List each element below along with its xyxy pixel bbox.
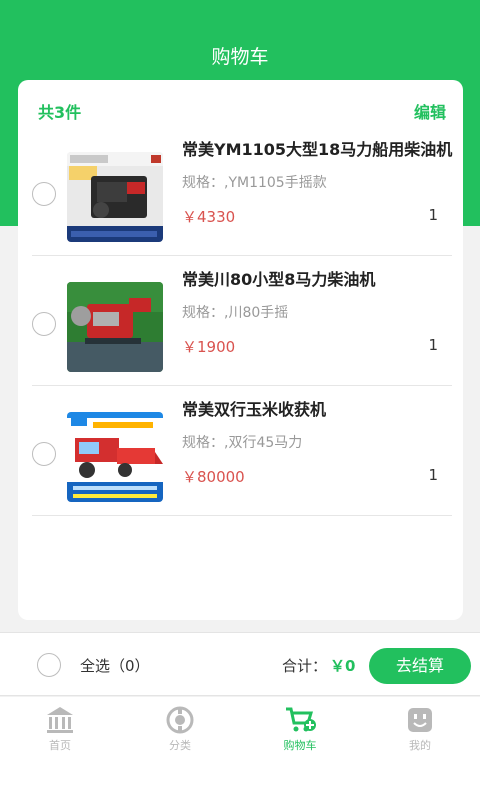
tab-cart[interactable]: 购物车 bbox=[260, 705, 340, 753]
total-label: 合计： bbox=[282, 657, 328, 675]
tab-label: 首页 bbox=[49, 739, 71, 752]
home-icon bbox=[47, 707, 73, 733]
item-name[interactable]: 常美YM1105大型18马力船用柴油机 bbox=[182, 136, 452, 160]
item-spec: 规格：,双行45马力 bbox=[182, 435, 303, 451]
tab-label: 购物车 bbox=[283, 739, 317, 752]
tab-home[interactable]: 首页 bbox=[20, 705, 100, 753]
category-icon bbox=[166, 706, 194, 734]
tab-label: 分类 bbox=[169, 739, 191, 752]
page-title: 购物车 bbox=[211, 46, 269, 68]
item-spec: 规格：,YM1105手摇款 bbox=[182, 175, 327, 191]
product-image[interactable] bbox=[67, 152, 163, 242]
select-all-radio[interactable] bbox=[37, 653, 61, 677]
item-quantity: 1 bbox=[428, 206, 438, 224]
cart-item: 常美双行玉米收获机 规格：,双行45马力 ￥80000 1 bbox=[32, 386, 452, 516]
tab-label: 我的 bbox=[409, 739, 431, 752]
item-price: ￥80000 bbox=[182, 468, 245, 486]
bottom-tabbar: 首页 分类 购物车 我的 bbox=[0, 697, 480, 800]
item-count: 共3件 bbox=[38, 103, 82, 122]
profile-icon bbox=[408, 708, 432, 732]
product-image[interactable] bbox=[67, 412, 163, 502]
checkout-button[interactable]: 去结算 bbox=[369, 648, 471, 684]
total-value: ￥0 bbox=[330, 657, 356, 675]
select-all-label[interactable]: 全选（0） bbox=[80, 655, 150, 676]
cart-item: 常美川80小型8马力柴油机 规格：,川80手摇 ￥1900 1 bbox=[32, 256, 452, 386]
edit-button[interactable]: 编辑 bbox=[414, 99, 446, 123]
product-image[interactable] bbox=[67, 282, 163, 372]
item-name[interactable]: 常美川80小型8马力柴油机 bbox=[182, 266, 375, 290]
cart-icon bbox=[286, 707, 316, 732]
item-quantity: 1 bbox=[428, 336, 438, 354]
item-price: ￥4330 bbox=[182, 208, 236, 226]
cart-item: 常美YM1105大型18马力船用柴油机 规格：,YM1105手摇款 ￥4330 … bbox=[32, 126, 452, 256]
cart-card: 共3件 编辑 常美YM1105大型18马力船用柴油机 规格：,YM1105手摇款… bbox=[18, 80, 463, 620]
item-select-radio[interactable] bbox=[32, 442, 56, 466]
item-name[interactable]: 常美双行玉米收获机 bbox=[182, 396, 326, 420]
tab-category[interactable]: 分类 bbox=[140, 705, 220, 753]
item-price: ￥1900 bbox=[182, 338, 236, 356]
tab-profile[interactable]: 我的 bbox=[380, 705, 460, 753]
item-select-radio[interactable] bbox=[32, 312, 56, 336]
item-quantity: 1 bbox=[428, 466, 438, 484]
item-select-radio[interactable] bbox=[32, 182, 56, 206]
item-spec: 规格：,川80手摇 bbox=[182, 305, 289, 321]
checkout-bar: 全选（0） 合计： ￥0 去结算 bbox=[0, 632, 480, 696]
